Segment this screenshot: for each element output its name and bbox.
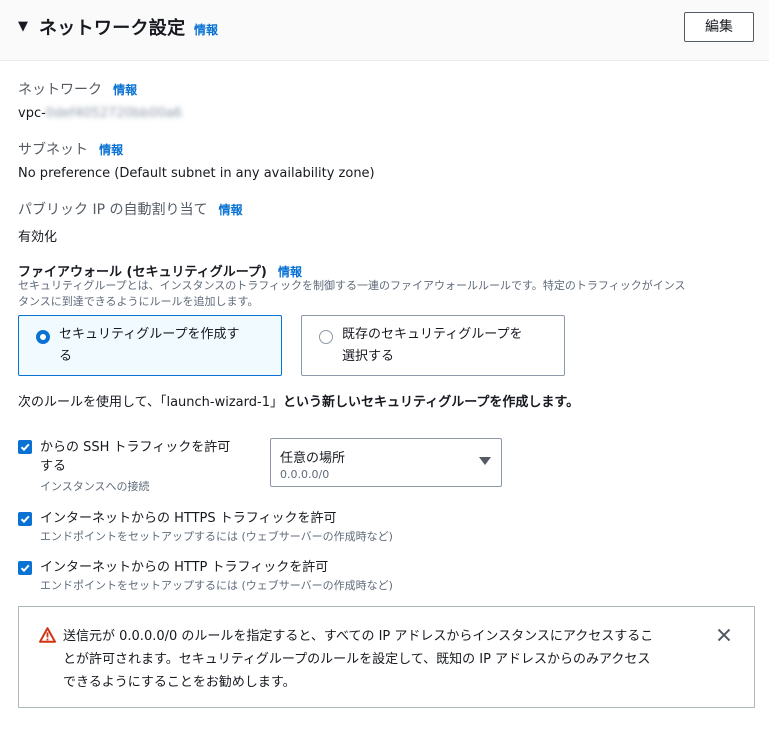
public-ip-label: パブリック IP の自動割り当て bbox=[18, 202, 208, 218]
checkmark-icon bbox=[20, 564, 30, 573]
rule-sentence-prefix: 次のルールを使用して、「launch-wizard-1」 bbox=[18, 395, 283, 410]
public-ip-info-link[interactable]: 情報 bbox=[219, 203, 243, 217]
select-existing-security-group-tile[interactable]: 既存のセキュリティグループを 選択する bbox=[301, 315, 565, 376]
http-rule-label: インターネットからの HTTP トラフィックを許可 エンドポイントをセットアップ… bbox=[40, 558, 393, 593]
create-security-group-label: セキュリティグループを作成す る bbox=[59, 324, 274, 368]
firewall-info-link[interactable]: 情報 bbox=[278, 265, 302, 279]
checkmark-icon bbox=[20, 515, 30, 524]
edit-button[interactable]: 編集 bbox=[684, 12, 754, 42]
warning-message: 送信元が 0.0.0.0/0 のルールを指定すると、すべての IP アドレスから… bbox=[63, 625, 683, 694]
https-label: インターネットからの HTTPS トラフィックを許可 bbox=[40, 511, 337, 526]
rule-sentence: 次のルールを使用して、「launch-wizard-1」という新しいセキュリティ… bbox=[18, 391, 579, 410]
network-label: ネットワーク bbox=[18, 82, 102, 98]
close-icon[interactable] bbox=[717, 628, 731, 642]
section-header: ▼ ネットワーク設定 情報 編集 bbox=[0, 0, 769, 61]
vpc-id-masked: 0def4052720bb00a6 bbox=[45, 106, 183, 121]
network-info-link[interactable]: 情報 bbox=[113, 83, 137, 97]
firewall-description: セキュリティグループとは、インスタンスのトラフィックを制御する一連のファイアウォ… bbox=[18, 278, 758, 310]
public-ip-field: パブリック IP の自動割り当て 情報 bbox=[18, 199, 243, 219]
create-security-group-tile[interactable]: セキュリティグループを作成す る bbox=[18, 315, 282, 376]
public-ip-value: 有効化 bbox=[18, 230, 58, 245]
http-sub: エンドポイントをセットアップするには (ウェブサーバーの作成時など) bbox=[40, 579, 393, 592]
select-existing-security-group-radio[interactable] bbox=[319, 330, 333, 344]
warning-line3: できるようにすることをお勧めします。 bbox=[63, 675, 296, 690]
network-value: vpc-0def4052720bb00a6 bbox=[18, 106, 182, 121]
create-sg-line1: セキュリティグループを作成す bbox=[59, 327, 240, 342]
section-info-link[interactable]: 情報 bbox=[194, 21, 218, 38]
https-checkbox[interactable] bbox=[18, 512, 32, 526]
ssh-sub: インスタンスへの接続 bbox=[40, 480, 150, 493]
warning-icon bbox=[39, 627, 56, 643]
existing-sg-line2: 選択する bbox=[342, 349, 395, 364]
ssh-label-line2: する bbox=[40, 459, 67, 474]
https-sub: エンドポイントをセットアップするには (ウェブサーバーの作成時など) bbox=[40, 530, 393, 543]
network-field: ネットワーク 情報 bbox=[18, 79, 137, 99]
checkmark-icon bbox=[20, 443, 30, 452]
rule-sentence-bold: という新しいセキュリティグループを作成します。 bbox=[282, 395, 580, 410]
warning-alert: 送信元が 0.0.0.0/0 のルールを指定すると、すべての IP アドレスから… bbox=[18, 606, 755, 708]
subnet-label: サブネット bbox=[18, 142, 88, 158]
existing-sg-line1: 既存のセキュリティグループを bbox=[342, 327, 523, 342]
ssh-rule-label: からの SSH トラフィックを許可 する インスタンスへの接続 bbox=[40, 437, 265, 494]
subnet-value: No preference (Default subnet in any ava… bbox=[18, 166, 375, 181]
ssh-source-cidr: 0.0.0.0/0 bbox=[280, 468, 330, 481]
firewall-desc-line1: セキュリティグループとは、インスタンスのトラフィックを制御する一連のファイアウォ… bbox=[18, 279, 686, 292]
https-rule-label: インターネットからの HTTPS トラフィックを許可 エンドポイントをセットアッ… bbox=[40, 509, 393, 544]
ssh-source-value: 任意の場所 bbox=[280, 451, 346, 466]
subnet-info-link[interactable]: 情報 bbox=[99, 143, 123, 157]
warning-line2: とが許可されます。セキュリティグループのルールを設定して、既知の IP アドレス… bbox=[63, 652, 651, 667]
ssh-source-select[interactable]: 任意の場所 0.0.0.0/0 bbox=[270, 438, 502, 487]
collapse-caret-icon[interactable]: ▼ bbox=[18, 19, 28, 34]
firewall-desc-line2: タンスに到達できるようにルールを追加します。 bbox=[18, 295, 259, 308]
http-checkbox[interactable] bbox=[18, 561, 32, 575]
vpc-prefix: vpc- bbox=[18, 106, 46, 121]
create-security-group-radio[interactable] bbox=[36, 330, 50, 344]
ssh-checkbox[interactable] bbox=[18, 440, 32, 454]
network-settings-panel: ▼ ネットワーク設定 情報 編集 ネットワーク 情報 vpc-0def40527… bbox=[0, 0, 769, 732]
http-label: インターネットからの HTTP トラフィックを許可 bbox=[40, 560, 329, 575]
dropdown-caret-icon bbox=[479, 457, 491, 465]
section-title: ネットワーク設定 bbox=[39, 18, 186, 39]
select-existing-sg-label: 既存のセキュリティグループを 選択する bbox=[342, 324, 557, 368]
subnet-field: サブネット 情報 bbox=[18, 139, 123, 159]
warning-line1: 送信元が 0.0.0.0/0 のルールを指定すると、すべての IP アドレスから… bbox=[63, 629, 654, 644]
create-sg-line2: る bbox=[59, 349, 73, 364]
